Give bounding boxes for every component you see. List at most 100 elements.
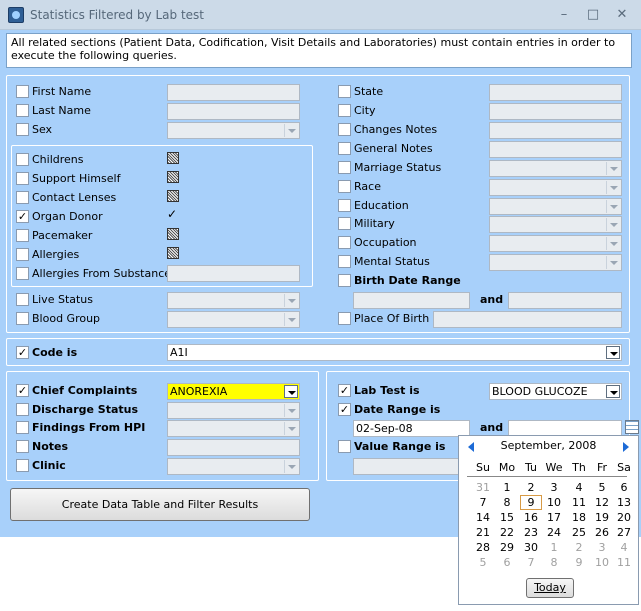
place-of-birth-field[interactable]	[433, 311, 622, 328]
calendar-day[interactable]: 18	[568, 510, 590, 525]
findings-hpi-select[interactable]	[167, 420, 300, 437]
marriage-status-checkbox[interactable]	[338, 161, 351, 174]
general-notes-checkbox[interactable]	[338, 142, 351, 155]
calendar-day[interactable]: 9	[520, 495, 542, 510]
allergies-substance-checkbox[interactable]	[16, 267, 29, 280]
calendar-day[interactable]: 12	[591, 495, 613, 510]
calendar-day[interactable]: 13	[613, 495, 635, 510]
city-checkbox[interactable]	[338, 104, 351, 117]
education-select[interactable]	[489, 198, 622, 215]
mental-status-checkbox[interactable]	[338, 255, 351, 268]
military-select[interactable]	[489, 216, 622, 233]
calendar-day[interactable]: 10	[591, 555, 613, 570]
support-himself-checkbox[interactable]	[16, 172, 29, 185]
discharge-status-select[interactable]	[167, 402, 300, 419]
calendar-day[interactable]: 14	[472, 510, 494, 525]
calendar-day[interactable]: 7	[520, 555, 542, 570]
general-notes-field[interactable]	[489, 141, 622, 158]
calendar-day[interactable]: 3	[591, 540, 613, 555]
live-status-select[interactable]	[167, 292, 300, 309]
calendar-day[interactable]: 6	[613, 480, 635, 495]
calendar-day[interactable]: 31	[472, 480, 494, 495]
calendar-day[interactable]: 3	[543, 480, 565, 495]
calendar-day[interactable]: 19	[591, 510, 613, 525]
birth-date-to-field[interactable]	[508, 292, 622, 309]
calendar-day[interactable]: 28	[472, 540, 494, 555]
calendar-day[interactable]: 25	[568, 525, 590, 540]
maximize-button[interactable]: □	[582, 6, 604, 24]
code-select[interactable]: A1I	[167, 344, 622, 361]
first-name-field[interactable]	[167, 84, 300, 101]
calendar-day[interactable]: 23	[520, 525, 542, 540]
first-name-checkbox[interactable]	[16, 85, 29, 98]
organ-donor-checked-icon[interactable]: ✓	[167, 208, 179, 220]
calendar-day[interactable]: 1	[496, 480, 518, 495]
race-select[interactable]	[489, 179, 622, 196]
findings-hpi-checkbox[interactable]	[16, 421, 29, 434]
calendar-day[interactable]: 4	[568, 480, 590, 495]
chief-complaints-select[interactable]: ANOREXIA	[167, 383, 300, 400]
calendar-day[interactable]: 10	[543, 495, 565, 510]
organ-donor-checkbox[interactable]: ✓	[16, 210, 29, 223]
last-name-checkbox[interactable]	[16, 104, 29, 117]
clinic-checkbox[interactable]	[16, 459, 29, 472]
calendar-day[interactable]: 2	[520, 480, 542, 495]
calendar-day[interactable]: 5	[472, 555, 494, 570]
childrens-checkbox[interactable]	[16, 153, 29, 166]
mental-status-select[interactable]	[489, 254, 622, 271]
race-checkbox[interactable]	[338, 180, 351, 193]
calendar-day[interactable]: 22	[496, 525, 518, 540]
minimize-button[interactable]: –	[553, 6, 575, 24]
calendar-day[interactable]: 8	[496, 495, 518, 510]
contact-lenses-checkbox[interactable]	[16, 191, 29, 204]
contact-lenses-tristate-checkbox[interactable]	[167, 190, 179, 202]
date-range-checkbox[interactable]: ✓	[338, 403, 351, 416]
lab-test-checkbox[interactable]: ✓	[338, 384, 351, 397]
pacemaker-tristate-checkbox[interactable]	[167, 228, 179, 240]
place-of-birth-checkbox[interactable]	[338, 312, 351, 325]
calendar-day[interactable]: 30	[520, 540, 542, 555]
allergies-substance-field[interactable]	[167, 265, 300, 282]
discharge-status-checkbox[interactable]	[16, 403, 29, 416]
blood-group-select[interactable]	[167, 311, 300, 328]
notes-field[interactable]	[167, 439, 300, 456]
calendar-day[interactable]: 9	[568, 555, 590, 570]
calendar-day[interactable]: 6	[496, 555, 518, 570]
state-field[interactable]	[489, 84, 622, 101]
calendar-day[interactable]: 11	[613, 555, 635, 570]
allergies-tristate-checkbox[interactable]	[167, 247, 179, 259]
calendar-day[interactable]: 4	[613, 540, 635, 555]
notes-checkbox[interactable]	[16, 440, 29, 453]
calendar-day[interactable]: 2	[568, 540, 590, 555]
value-range-from-field[interactable]	[353, 458, 470, 475]
calendar-icon[interactable]	[625, 420, 639, 434]
calendar-day[interactable]: 24	[543, 525, 565, 540]
clinic-select[interactable]	[167, 458, 300, 475]
calendar-day[interactable]: 17	[543, 510, 565, 525]
calendar-day[interactable]: 1	[543, 540, 565, 555]
live-status-checkbox[interactable]	[16, 293, 29, 306]
calendar-day[interactable]: 5	[591, 480, 613, 495]
code-checkbox[interactable]: ✓	[16, 346, 29, 359]
marriage-status-select[interactable]	[489, 160, 622, 177]
chief-complaints-checkbox[interactable]: ✓	[16, 384, 29, 397]
calendar-day[interactable]: 21	[472, 525, 494, 540]
lab-test-select[interactable]: BLOOD GLUCOZE	[489, 383, 622, 400]
city-field[interactable]	[489, 103, 622, 120]
date-from-field[interactable]: 02-Sep-08	[353, 420, 470, 437]
calendar-day[interactable]: 11	[568, 495, 590, 510]
pacemaker-checkbox[interactable]	[16, 229, 29, 242]
education-checkbox[interactable]	[338, 199, 351, 212]
support-himself-tristate-checkbox[interactable]	[167, 171, 179, 183]
military-checkbox[interactable]	[338, 217, 351, 230]
calendar-day[interactable]: 15	[496, 510, 518, 525]
create-data-table-button[interactable]: Create Data Table and Filter Results	[10, 488, 310, 521]
birth-date-from-field[interactable]	[353, 292, 470, 309]
sex-checkbox[interactable]	[16, 123, 29, 136]
calendar-day[interactable]: 26	[591, 525, 613, 540]
childrens-tristate-checkbox[interactable]	[167, 152, 179, 164]
calendar-day[interactable]: 7	[472, 495, 494, 510]
value-range-checkbox[interactable]	[338, 440, 351, 453]
occupation-select[interactable]	[489, 235, 622, 252]
close-button[interactable]: ✕	[611, 6, 633, 24]
